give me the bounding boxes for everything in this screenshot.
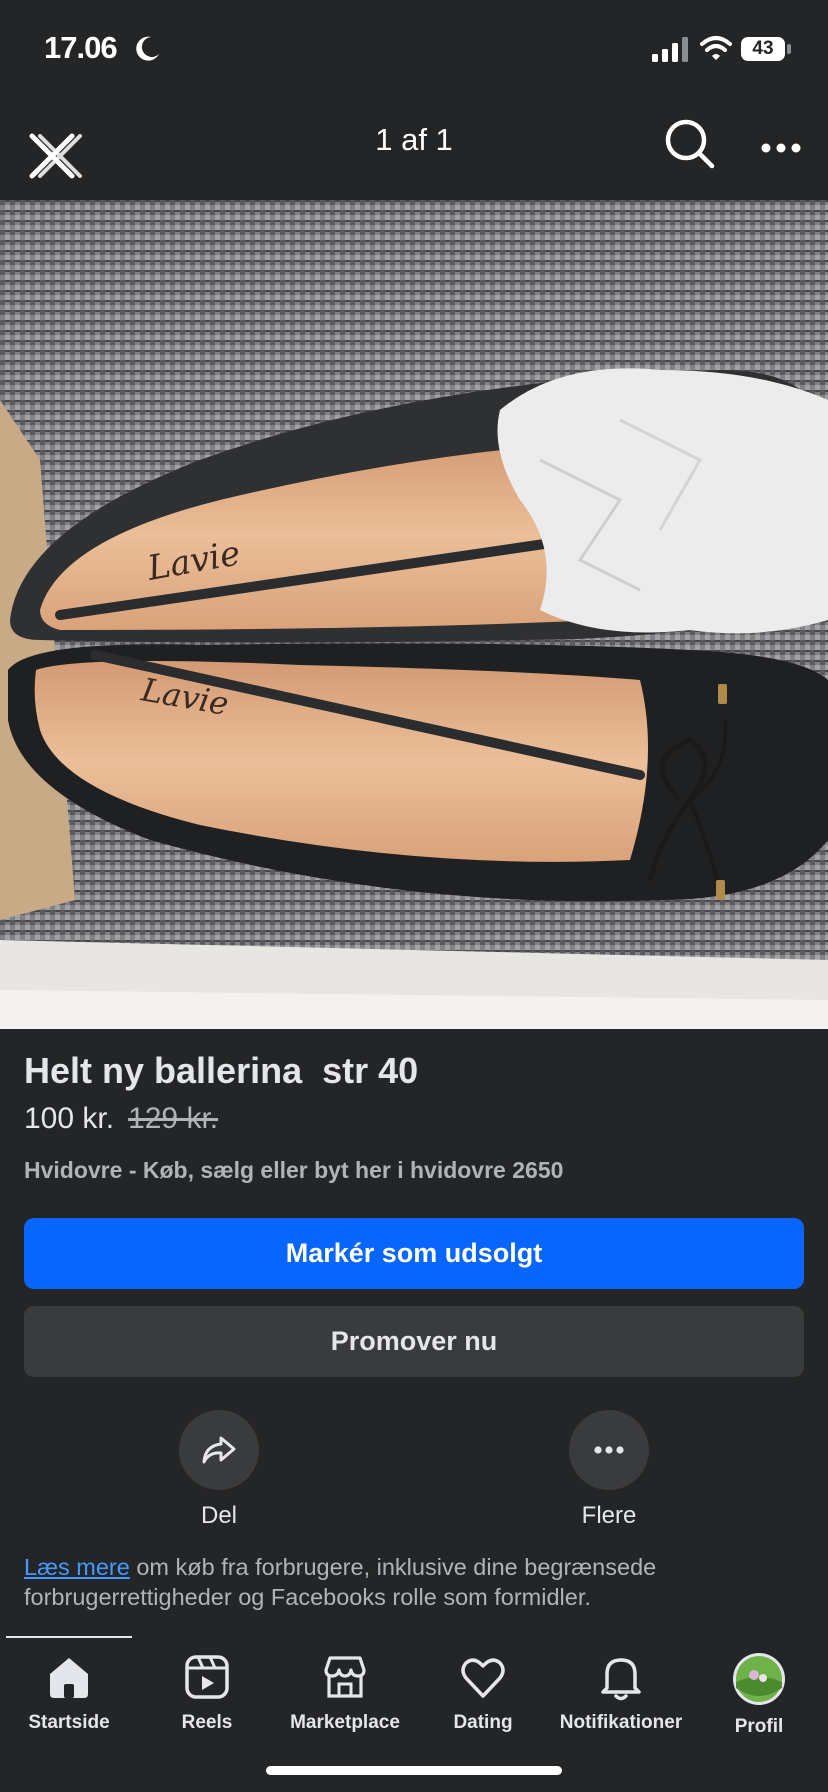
product-photo[interactable]: Lavie Lavie xyxy=(0,200,828,1029)
price: 100 kr. xyxy=(24,1102,115,1135)
tab-label: Marketplace xyxy=(290,1712,400,1733)
tab-label: Notifikationer xyxy=(559,1712,683,1733)
tab-label: Dating xyxy=(453,1712,513,1733)
more-action[interactable]: Flere xyxy=(549,1410,669,1530)
status-time: 17.06 xyxy=(44,30,118,65)
share-label: Del xyxy=(200,1502,237,1529)
tab-label: Startside xyxy=(28,1712,110,1733)
read-more-link[interactable]: Læs mere xyxy=(24,1554,130,1580)
share-button[interactable] xyxy=(179,1410,259,1490)
tab-label: Reels xyxy=(181,1712,233,1733)
search-icon[interactable] xyxy=(664,118,716,170)
status-bar: 17.06 43 xyxy=(0,0,828,100)
reels-icon xyxy=(185,1655,229,1699)
disclaimer: Læs mere om køb fra forbrugere, inklusiv… xyxy=(24,1552,804,1612)
tab-dating[interactable]: Dating xyxy=(414,1652,552,1734)
more-label: Flere xyxy=(581,1502,637,1529)
home-icon xyxy=(50,1658,88,1698)
tab-startside[interactable]: Startside xyxy=(0,1652,138,1734)
location[interactable]: Hvidovre - Køb, sælg eller byt her i hvi… xyxy=(24,1157,563,1184)
old-price: 129 kr. xyxy=(128,1102,219,1135)
wifi-icon xyxy=(700,36,732,60)
more-options-button[interactable] xyxy=(569,1410,649,1490)
more-icon xyxy=(594,1446,624,1454)
signal-icon xyxy=(652,37,688,62)
share-icon xyxy=(202,1436,236,1464)
more-icon[interactable] xyxy=(756,128,806,168)
tab-label: Profil xyxy=(734,1716,784,1737)
price-row: 100 kr. 129 kr. xyxy=(24,1102,218,1136)
dating-icon xyxy=(461,1658,505,1698)
avatar xyxy=(733,1653,785,1705)
listing-title: Helt ny ballerina str 40 xyxy=(24,1050,419,1091)
promote-button[interactable]: Promover nu xyxy=(24,1306,804,1377)
home-indicator xyxy=(266,1766,562,1775)
share-action[interactable]: Del xyxy=(159,1410,279,1530)
mark-sold-button[interactable]: Markér som udsolgt xyxy=(24,1218,804,1289)
tab-notifikationer[interactable]: Notifikationer xyxy=(552,1652,690,1734)
bell-icon xyxy=(601,1658,641,1701)
battery-level: 43 xyxy=(752,38,774,59)
moon-icon xyxy=(136,36,159,61)
marketplace-icon xyxy=(324,1656,366,1698)
tab-reels[interactable]: Reels xyxy=(138,1652,276,1734)
tab-profil[interactable]: Profil xyxy=(690,1652,828,1738)
tab-marketplace[interactable]: Marketplace xyxy=(276,1652,414,1734)
